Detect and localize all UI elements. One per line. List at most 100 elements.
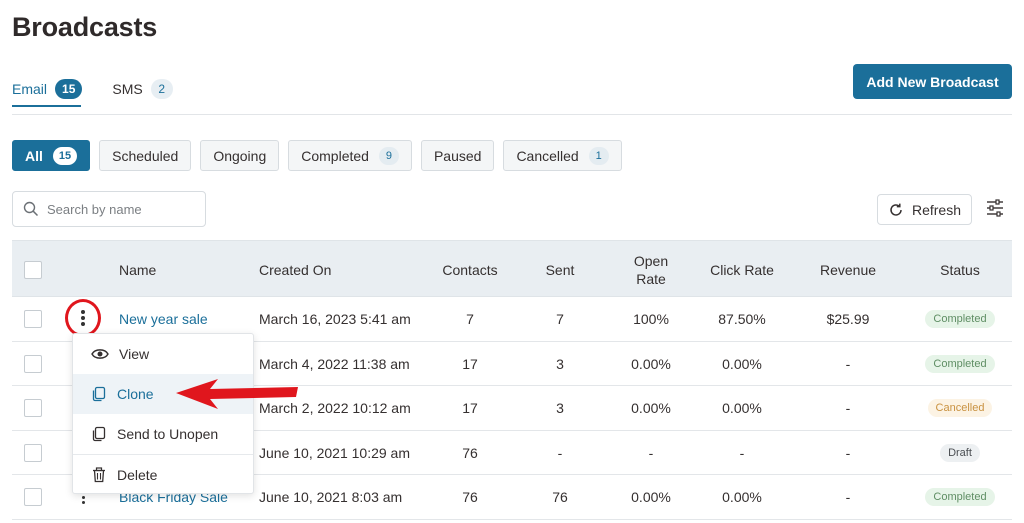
row-status: Cancelled	[920, 386, 1000, 430]
table-header: Name Created On Contacts Sent Open Rate C…	[12, 240, 1012, 297]
row-checkbox[interactable]	[24, 399, 42, 417]
row-click-rate: -	[739, 444, 745, 461]
row-contacts: 76	[462, 489, 478, 505]
status-badge: Cancelled	[927, 399, 993, 417]
header-open-rate[interactable]: Open Rate	[616, 241, 686, 298]
add-new-broadcast-button[interactable]: Add New Broadcast	[853, 64, 1012, 99]
filter-all[interactable]: All 15	[12, 140, 91, 171]
refresh-button[interactable]: Refresh	[877, 194, 972, 225]
filter-cancelled-label: Cancelled	[516, 147, 579, 164]
copy-icon	[92, 386, 106, 402]
row-click-rate: 87.50%	[718, 311, 766, 327]
header-status: Status	[940, 261, 980, 278]
header-click-rate[interactable]: Click Rate	[702, 241, 782, 298]
refresh-icon	[890, 203, 902, 216]
status-badge: Completed	[925, 488, 995, 506]
row-created-on: March 16, 2023 5:41 am	[259, 311, 411, 327]
row-open-rate: -	[648, 444, 654, 461]
status-filters: All 15 Scheduled Ongoing Completed 9 Pau…	[12, 140, 622, 171]
row-status: Completed	[920, 342, 1000, 386]
row-revenue: -	[845, 444, 851, 461]
column-settings-icon[interactable]	[984, 197, 1006, 219]
row-select	[24, 431, 42, 475]
row-contacts: 76	[462, 444, 478, 461]
search-box	[12, 191, 206, 227]
filter-all-count: 15	[52, 146, 78, 165]
row-checkbox[interactable]	[24, 488, 42, 506]
row-sent: 3	[556, 400, 564, 416]
filter-completed-label: Completed	[301, 147, 369, 164]
row-select	[24, 475, 42, 519]
row-select	[24, 342, 42, 386]
row-checkbox[interactable]	[24, 354, 42, 373]
tabs-divider	[12, 114, 1012, 115]
header-created-on[interactable]: Created On	[259, 241, 331, 298]
row-revenue: -	[845, 400, 851, 416]
search-input[interactable]	[45, 200, 195, 218]
row-actions-menu: View Clone Send to Unopen Delete	[72, 333, 254, 494]
row-created-on: June 10, 2021 10:29 am	[259, 444, 411, 461]
row-click-rate: 0.00%	[722, 400, 762, 416]
filter-ongoing-label: Ongoing	[213, 147, 267, 164]
filter-ongoing[interactable]: Ongoing	[200, 140, 280, 171]
filter-cancelled[interactable]: Cancelled 1	[503, 140, 622, 171]
header-open-rate-text: Open Rate	[633, 252, 669, 287]
row-created-on: June 10, 2021 8:03 am	[259, 489, 403, 505]
header-select-all	[24, 241, 42, 298]
tab-sms-count: 2	[150, 79, 173, 99]
row-open-rate: 100%	[633, 311, 669, 327]
filter-paused-label: Paused	[433, 147, 482, 164]
menu-item-send-to-unopen[interactable]: Send to Unopen	[73, 414, 253, 454]
broadcast-name-link[interactable]: New year sale	[119, 311, 208, 327]
row-checkbox[interactable]	[24, 310, 42, 328]
filter-completed-count: 9	[378, 146, 399, 165]
channel-tabs: Email 15 SMS 2	[12, 78, 173, 100]
tab-email[interactable]: Email 15	[12, 78, 83, 100]
header-contacts[interactable]: Contacts	[430, 241, 510, 298]
row-open-rate: 0.00%	[631, 489, 671, 505]
row-contacts: 17	[462, 400, 478, 416]
row-select	[24, 297, 42, 341]
tab-email-count: 15	[55, 79, 83, 99]
menu-item-view[interactable]: View	[73, 334, 253, 374]
header-revenue[interactable]: Revenue	[808, 241, 888, 298]
row-contacts: 17	[462, 355, 478, 372]
select-all-checkbox[interactable]	[24, 260, 42, 279]
status-badge: Draft	[940, 443, 980, 462]
menu-item-delete-label: Delete	[117, 466, 158, 483]
row-status: Completed	[920, 297, 1000, 341]
row-sent: 76	[552, 489, 568, 505]
filter-scheduled-label: Scheduled	[112, 147, 179, 164]
filter-cancelled-count: 1	[588, 146, 609, 165]
tab-sms[interactable]: SMS 2	[112, 78, 173, 100]
row-sent: 7	[556, 311, 564, 327]
row-open-rate: 0.00%	[631, 400, 671, 416]
filter-all-label: All	[25, 147, 43, 164]
menu-item-send-to-unopen-label: Send to Unopen	[117, 426, 219, 442]
tab-sms-label: SMS	[112, 81, 143, 97]
menu-item-delete[interactable]: Delete	[73, 454, 253, 494]
filter-paused[interactable]: Paused	[420, 140, 495, 171]
row-actions-kebab-highlighted[interactable]	[65, 299, 101, 337]
search-icon	[23, 201, 39, 217]
menu-item-view-label: View	[119, 346, 150, 362]
row-sent: 3	[556, 355, 564, 372]
status-badge: Completed	[925, 354, 995, 373]
more-vertical-icon[interactable]	[79, 310, 87, 326]
active-tab-indicator	[12, 105, 81, 107]
tab-email-label: Email	[12, 81, 48, 97]
trash-icon	[93, 466, 105, 482]
filter-scheduled[interactable]: Scheduled	[99, 140, 192, 171]
row-sent: -	[557, 444, 563, 461]
refresh-label: Refresh	[911, 201, 962, 218]
row-click-rate: 0.00%	[722, 355, 762, 372]
status-badge: Completed	[925, 310, 995, 328]
page-title: Broadcasts	[12, 12, 158, 42]
header-sent[interactable]: Sent	[525, 241, 595, 298]
header-name[interactable]: Name	[119, 241, 156, 298]
filter-completed[interactable]: Completed 9	[288, 140, 412, 171]
row-checkbox[interactable]	[24, 443, 42, 462]
annotation-arrow-icon	[176, 379, 298, 409]
row-revenue: $25.99	[826, 311, 870, 327]
row-contacts: 7	[466, 311, 474, 327]
